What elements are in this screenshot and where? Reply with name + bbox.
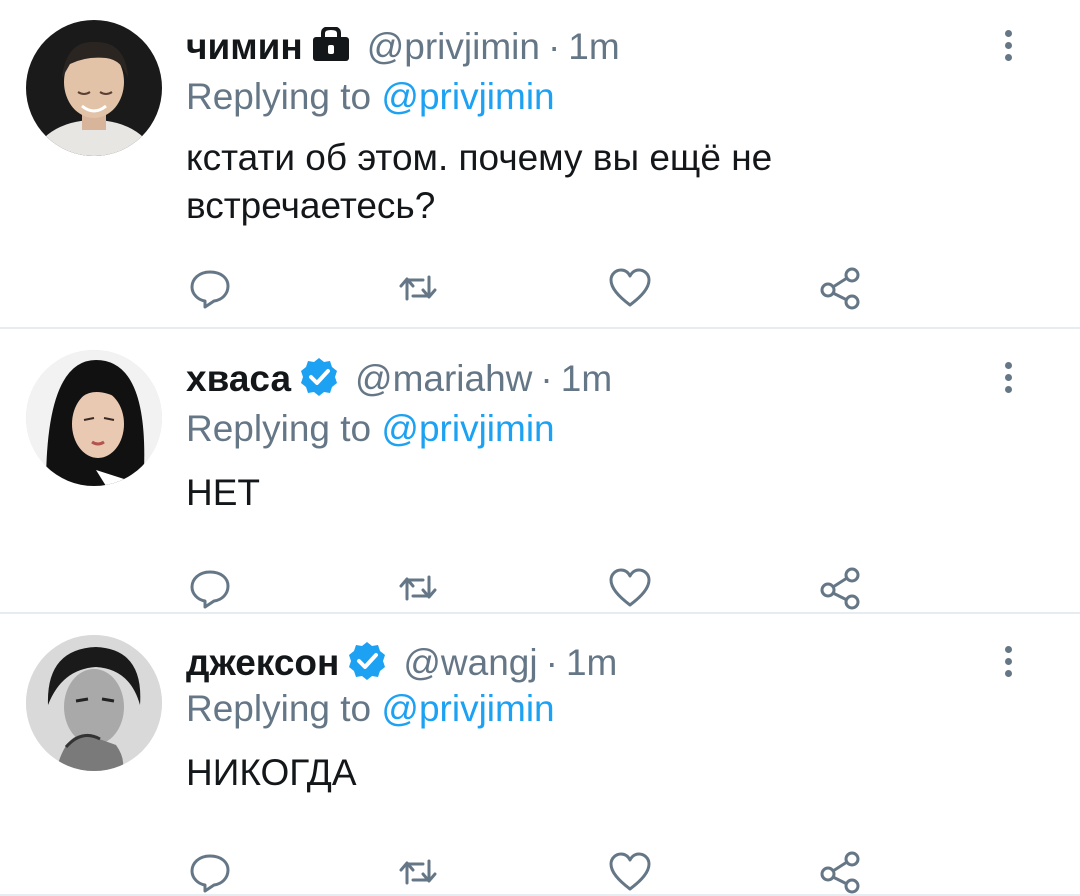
timestamp[interactable]: 1m (566, 642, 617, 684)
like-icon (609, 852, 651, 891)
share-button[interactable] (816, 566, 864, 610)
avatar[interactable] (26, 635, 162, 771)
separator-dot: · (540, 358, 553, 399)
share-button[interactable] (816, 266, 864, 310)
user-handle[interactable]: @mariahw (355, 358, 532, 400)
like-button[interactable] (606, 850, 654, 894)
like-icon (609, 268, 651, 307)
retweet-button[interactable] (394, 850, 442, 894)
replying-mention-link[interactable]: @privjimin (381, 408, 554, 449)
replying-label: Replying to (186, 688, 372, 729)
reply-icon (190, 570, 230, 609)
separator-dot: · (545, 642, 558, 683)
timestamp[interactable]: 1m (568, 26, 619, 68)
replying-to: Replying to @privjimin (186, 408, 555, 450)
timestamp[interactable]: 1m (561, 358, 612, 400)
share-icon (820, 267, 860, 310)
share-icon (820, 851, 860, 894)
tweet-actions (186, 850, 886, 894)
reply-icon (190, 270, 230, 309)
tweet[interactable]: хваса @mariahw · 1m Replying to @privjim… (0, 329, 1080, 614)
display-name[interactable]: хваса (186, 358, 291, 400)
tweet[interactable]: джексон @wangj · 1m Replying to @privjim… (0, 614, 1080, 896)
replying-mention-link[interactable]: @privjimin (381, 76, 554, 117)
tweet-text: кстати об этом. почему вы ещё не встреча… (186, 137, 773, 226)
avatar[interactable] (26, 350, 162, 486)
tweet-header: хваса @mariahw · 1m (186, 354, 612, 404)
retweet-icon (399, 859, 437, 885)
tweet[interactable]: чимин @privjimin · 1m Replying to @privj… (0, 0, 1080, 329)
display-name[interactable]: джексон (186, 642, 339, 684)
tweet-text: НЕТ (186, 472, 260, 513)
verified-badge-icon (299, 357, 339, 402)
like-icon (609, 568, 651, 607)
display-name[interactable]: чимин (186, 26, 303, 68)
share-icon (820, 567, 860, 610)
more-options-icon[interactable] (996, 362, 1020, 402)
separator-dot: · (547, 26, 561, 67)
reply-button[interactable] (186, 850, 234, 894)
reply-icon (190, 854, 230, 893)
avatar[interactable] (26, 20, 162, 156)
tweet-header: чимин @privjimin · 1m (186, 22, 620, 72)
share-button[interactable] (816, 850, 864, 894)
tweet-text: НИКОГДА (186, 752, 357, 793)
like-button[interactable] (606, 266, 654, 310)
user-handle[interactable]: @privjimin (367, 26, 540, 68)
like-button[interactable] (606, 566, 654, 610)
tweet-actions (186, 566, 886, 610)
reply-button[interactable] (186, 566, 234, 610)
user-handle[interactable]: @wangj (403, 642, 537, 684)
lock-icon (311, 25, 351, 68)
replying-label: Replying to (186, 76, 372, 117)
verified-badge-icon (347, 641, 387, 686)
replying-to: Replying to @privjimin (186, 688, 555, 730)
replying-label: Replying to (186, 408, 372, 449)
replying-to: Replying to @privjimin (186, 76, 555, 118)
tweet-actions (186, 266, 886, 310)
retweet-button[interactable] (394, 566, 442, 610)
more-options-icon[interactable] (996, 30, 1020, 70)
retweet-icon (399, 575, 437, 601)
retweet-icon (399, 275, 437, 301)
tweet-header: джексон @wangj · 1m (186, 638, 617, 688)
replying-mention-link[interactable]: @privjimin (381, 688, 554, 729)
reply-button[interactable] (186, 266, 234, 310)
more-options-icon[interactable] (996, 646, 1020, 686)
retweet-button[interactable] (394, 266, 442, 310)
